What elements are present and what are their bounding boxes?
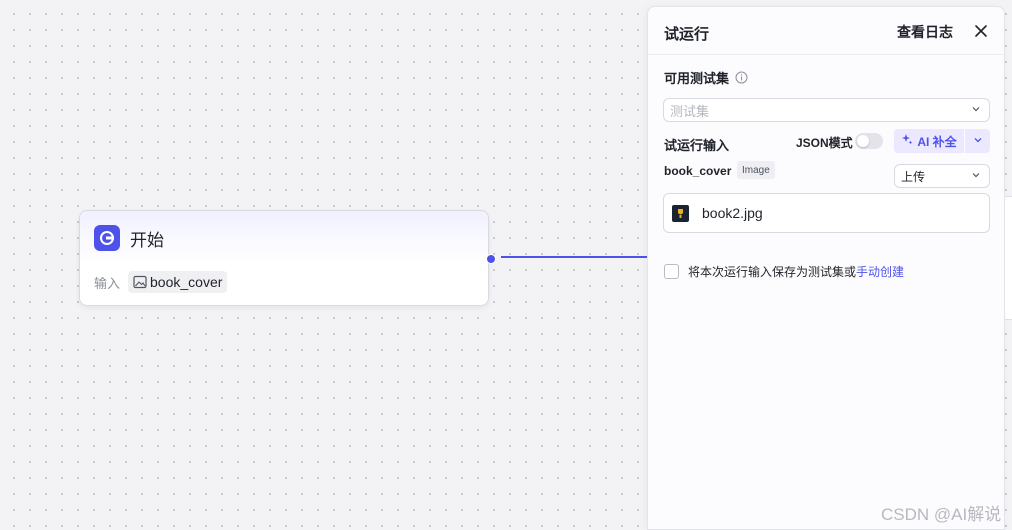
next-node-peek: [1004, 196, 1012, 320]
manual-create-link[interactable]: 手动创建: [856, 265, 904, 279]
testset-label-text: 可用测试集: [664, 71, 730, 86]
info-icon[interactable]: [735, 71, 748, 84]
save-testset-checkbox[interactable]: [664, 264, 679, 279]
save-testset-label: 将本次运行输入保存为测试集或: [688, 265, 857, 279]
testset-label: 可用测试集: [664, 68, 748, 87]
chevron-down-icon: [971, 101, 981, 119]
start-node-title: 开始: [130, 230, 164, 250]
field-name: book_cover: [664, 164, 732, 178]
panel-header: 试运行 查看日志: [648, 7, 1004, 55]
save-testset-text: 将本次运行输入保存为测试集或手动创建: [688, 263, 904, 280]
file-thumbnail-icon: [672, 204, 689, 222]
ai-fill-button[interactable]: AI 补全: [894, 129, 964, 153]
json-mode-toggle[interactable]: [855, 133, 883, 149]
input-chip: book_cover: [128, 271, 228, 293]
ai-fill-label: AI 补全: [917, 134, 957, 149]
start-node-icon: [94, 225, 120, 251]
source-value: 上传: [901, 169, 926, 184]
close-icon[interactable]: [971, 21, 991, 41]
save-testset-row: 将本次运行输入保存为测试集或手动创建: [664, 263, 904, 280]
watermark: CSDN @AI解说: [881, 505, 1002, 524]
edge-connector: [501, 256, 651, 258]
start-node-header: 开始: [94, 225, 164, 251]
test-run-panel: 试运行 查看日志 可用测试集 测试集 试运行输入 JSON模式 AI 补全 bo…: [647, 6, 1005, 530]
panel-title: 试运行: [664, 26, 710, 43]
testset-placeholder: 测试集: [670, 103, 710, 119]
field-type-badge: Image: [737, 161, 775, 179]
image-icon: [133, 275, 147, 289]
input-field-name: book_cover: [150, 274, 223, 290]
file-name: book2.jpg: [702, 205, 763, 221]
toggle-knob: [857, 135, 869, 147]
chevron-down-icon: [973, 132, 983, 150]
chevron-down-icon: [971, 167, 981, 185]
run-input-label: 试运行输入: [664, 138, 730, 153]
start-node-inputs: 输入 book_cover: [94, 271, 228, 293]
uploaded-file[interactable]: book2.jpg: [663, 193, 990, 233]
source-select[interactable]: 上传: [894, 164, 990, 188]
json-mode-label: JSON模式: [796, 136, 853, 150]
output-port[interactable]: [486, 254, 496, 264]
sparkle-icon: [901, 132, 913, 150]
input-label: 输入: [94, 275, 121, 291]
testset-select[interactable]: 测试集: [663, 98, 990, 122]
ai-fill-dropdown[interactable]: [965, 129, 990, 153]
start-node[interactable]: 开始 输入 book_cover: [79, 210, 489, 306]
view-log-button[interactable]: 查看日志: [897, 22, 953, 42]
